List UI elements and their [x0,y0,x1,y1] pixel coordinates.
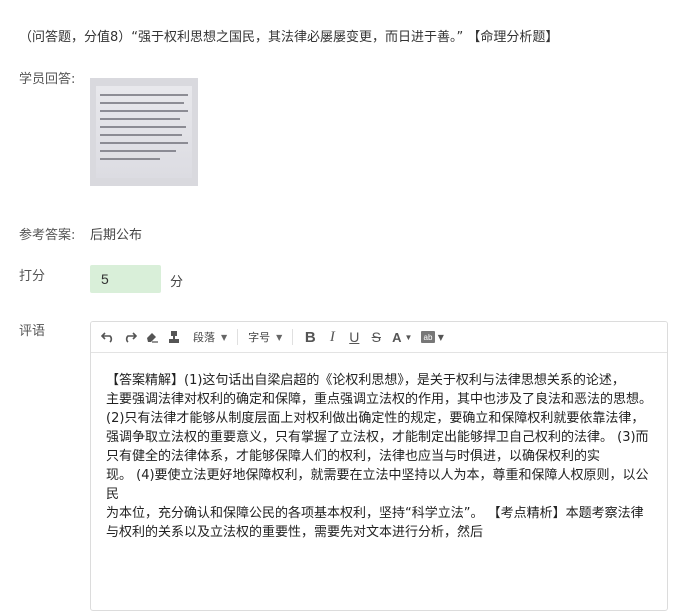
handwritten-paper-image [96,86,192,178]
editor-content[interactable]: 【答案精解】(1)这句话出自梁启超的《论权利思想》，是关于权利与法律思想关系的论… [91,353,667,542]
comment-label: 评语 [19,324,46,339]
comment-editor[interactable]: 段落 ▼ 字号 ▼ B I U S A ▼ ab ▼ 【答案精解】(1)这句话出自… [90,321,668,611]
answer-image-thumbnail[interactable] [90,78,198,186]
comment-paragraph: 为本位，充分确认和保障公民的各项基本权利，坚持“科学立法”。 【考点精析】本题考… [106,506,644,540]
comment-paragraph: 【答案精解】(1)这句话出自梁启超的《论权利思想》，是关于权利与法律思想关系的论… [106,373,625,388]
underline-icon[interactable]: U [343,326,365,348]
handwriting-line [100,158,160,160]
svg-text:ab: ab [423,333,432,342]
handwriting-line [100,94,188,96]
handwriting-line [100,126,186,128]
handwriting-line [100,102,184,104]
editor-toolbar: 段落 ▼ 字号 ▼ B I U S A ▼ ab ▼ [91,322,667,353]
format-painter-icon[interactable] [163,326,185,348]
handwriting-line [100,142,188,144]
handwriting-line [100,118,180,120]
student-answer-label: 学员回答: [19,72,76,87]
chevron-down-icon: ▼ [221,332,228,342]
chevron-down-icon: ▼ [276,332,283,342]
handwriting-line [100,150,176,152]
question-text: （问答题，分值8）“强于权利思想之国民，其法律必屡屡变更，而日进于善。” 【命理… [19,30,559,45]
font-color-icon[interactable]: A ▼ [387,326,417,348]
comment-paragraph: 现。 (4)要使立法更好地保障权利，就需要在立法中坚持以人为本，尊重和保障人权原… [106,468,649,502]
bold-icon[interactable]: B [299,326,321,348]
toolbar-divider [292,329,294,345]
score-unit: 分 [170,275,184,290]
strikethrough-icon[interactable]: S [365,326,387,348]
score-input[interactable] [90,265,161,293]
undo-icon[interactable] [97,326,119,348]
reference-answer-label: 参考答案: [19,228,76,243]
background-color-icon[interactable]: ab ▼ [417,326,447,348]
font-size-select-label: 字号 [248,331,271,344]
reference-answer-value: 后期公布 [90,228,143,243]
handwriting-line [100,134,182,136]
italic-icon[interactable]: I [321,326,343,348]
handwriting-line [100,110,188,112]
redo-icon[interactable] [119,326,141,348]
paragraph-select-label: 段落 [193,331,215,344]
font-size-select[interactable]: 字号 ▼ [244,326,286,348]
paragraph-select[interactable]: 段落 ▼ [189,326,231,348]
score-label: 打分 [19,269,46,284]
toolbar-divider [237,329,239,345]
clear-format-icon[interactable] [141,326,163,348]
comment-paragraph: 主要强调法律对权利的确定和保障，重点强调立法权的作用，其中也涉及了良法和恶法的思… [106,392,653,426]
comment-paragraph: 强调争取立法权的重要意义，只有掌握了立法权，才能制定出能够捍卫自己权利的法律。 … [106,430,649,464]
